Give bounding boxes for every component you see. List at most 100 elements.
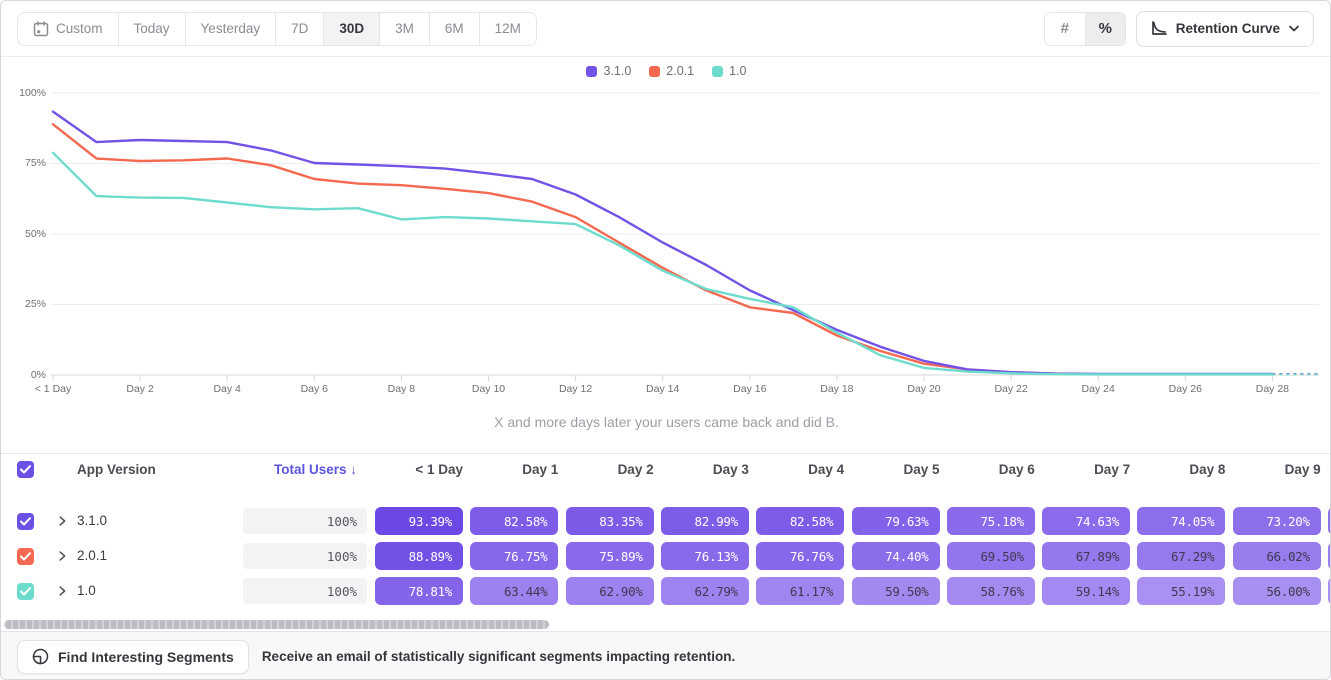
y-tick-label: 0% [1,369,46,381]
expand-chevron-icon[interactable] [55,514,69,528]
retention-cell-day-7[interactable]: 74.63% [1042,507,1130,535]
percent-format-button[interactable]: % [1085,13,1125,45]
table-row-2-0-1: 2.0.1 100% 88.89%76.75% 75.89%76.13%76.76% 7… [1,539,1331,574]
retention-cell-day-5[interactable]: 74.40% [852,542,940,570]
retention-cell-day-6[interactable]: 75.18% [947,507,1035,535]
retention-cell-day-9[interactable]: 56.00% [1233,577,1321,605]
expand-chevron-icon[interactable] [55,584,69,598]
x-tick-label: Day 8 [388,383,415,395]
app-version-label: 2.0.1 [77,548,107,563]
chart-type-label: Retention Curve [1176,21,1280,36]
sort-descending-icon: ↓ [350,462,357,477]
retention-cell-day-1[interactable]: 82.58% [470,507,558,535]
date-range-label: 12M [495,21,521,36]
date-range-label: Today [134,21,170,36]
retention-cell-day-6[interactable]: 69.50% [947,542,1035,570]
total-users-value: 100% [243,543,367,569]
x-tick-label: Day 12 [559,383,592,395]
x-tick-label: Day 18 [820,383,853,395]
retention-cell-day-7[interactable]: 67.89% [1042,542,1130,570]
x-tick-label: Day 10 [472,383,505,395]
date-range-12m[interactable]: 12M [479,13,536,45]
expand-chevron-icon[interactable] [55,549,69,563]
retention-cell-day-3[interactable]: 76.13% [661,542,749,570]
column-header-app-version: App Version [77,462,156,477]
column-header-day-8: Day 8 [1137,462,1225,477]
table-row-3-1-0: 3.1.0100%93.39%82.58%83.35%82.99%82.58%7… [1,504,1331,539]
date-range-label: 6M [445,21,464,36]
retention-cell-day-6[interactable]: 58.76% [947,577,1035,605]
x-tick-label: < 1 Day [35,383,71,395]
retention-cell-day-8[interactable]: 74.05% [1137,507,1225,535]
date-range-custom[interactable]: Custom [18,13,118,45]
x-tick-label: Day 20 [907,383,940,395]
column-header-day-1: Day 1 [470,462,558,477]
date-range-today[interactable]: Today [118,13,185,45]
retention-cell-day-0[interactable]: 93.39% [375,507,463,535]
chart-type-dropdown[interactable]: Retention Curve [1136,11,1314,47]
retention-cell-day-4[interactable]: 76.76% [756,542,844,570]
date-range-label: Yesterday [201,21,261,36]
toolbar-right: #% Retention Curve [1044,11,1314,47]
y-tick-label: 100% [1,87,46,99]
select-all-checkbox[interactable] [17,461,34,478]
retention-cell-day-0[interactable]: 88.89% [375,542,463,570]
column-header-day-6: Day 6 [947,462,1035,477]
row-checkbox-3-1-0[interactable] [17,513,34,530]
retention-cell-day-2[interactable]: 62.90% [566,577,654,605]
retention-cell-day-1[interactable]: 63.44% [470,577,558,605]
retention-cell-day-2[interactable]: 75.89% [566,542,654,570]
date-range-label: Custom [56,21,103,36]
retention-chart: 3.1.02.0.11.0 0%25%50%75%100% < 1 DayDay… [1,57,1331,453]
x-tick-label: Day 24 [1082,383,1115,395]
date-range-3m[interactable]: 3M [379,13,429,45]
footer-bar: Find Interesting Segments Receive an ema… [1,631,1331,680]
row-checkbox-1-0[interactable] [17,583,34,600]
chevron-down-icon [1289,25,1299,32]
y-tick-label: 50% [1,228,46,240]
retention-cell-day-9[interactable]: 73.20% [1233,507,1321,535]
absolute-format-button[interactable]: # [1045,13,1085,45]
retention-cell-day-5[interactable]: 79.63% [852,507,940,535]
segments-icon [32,648,49,665]
retention-cell-day-5[interactable]: 59.50% [852,577,940,605]
date-range-6m[interactable]: 6M [429,13,479,45]
column-header-day-9: Day 9 [1233,462,1321,477]
x-tick-label: Day 4 [213,383,240,395]
x-tick-label: Day 16 [733,383,766,395]
retention-cell-day-0[interactable]: 78.81% [375,577,463,605]
segments-button-label: Find Interesting Segments [58,649,234,665]
retention-cell-day-7[interactable]: 59.14% [1042,577,1130,605]
app-version-label: 3.1.0 [77,513,107,528]
retention-cell-day-9[interactable]: 66.02% [1233,542,1321,570]
retention-cell-day-8[interactable]: 55.19% [1137,577,1225,605]
horizontal-scrollbar-thumb[interactable] [4,620,549,629]
column-header-day-2: Day 2 [566,462,654,477]
retention-cell-day-1[interactable]: 76.75% [470,542,558,570]
x-tick-label: Day 22 [994,383,1027,395]
x-tick-label: Day 28 [1256,383,1289,395]
retention-cell-day-2[interactable]: 83.35% [566,507,654,535]
find-interesting-segments-button[interactable]: Find Interesting Segments [17,640,249,674]
x-axis-description: X and more days later your users came ba… [1,414,1331,430]
date-range-7d[interactable]: 7D [275,13,323,45]
retention-cell-day-4[interactable]: 61.17% [756,577,844,605]
retention-cell-day-8[interactable]: 67.29% [1137,542,1225,570]
date-range-selector: Custom Today Yesterday 7D30D 3M 6M 12M [17,12,537,46]
table-row-1-0: 1.0100%78.81%63.44%62.90%62.79%61.17%59.… [1,574,1331,609]
retention-cell-day-3[interactable]: 82.99% [661,507,749,535]
date-range-yesterday[interactable]: Yesterday [185,13,276,45]
retention-curve-icon [1151,21,1167,36]
toolbar: Custom Today Yesterday 7D30D 3M 6M 12M #% Rete… [1,1,1330,57]
calendar-icon [33,21,49,37]
row-checkbox-2-0-1[interactable] [17,548,34,565]
date-range-label: 3M [395,21,414,36]
column-header-total-users[interactable]: Total Users ↓ [243,462,357,477]
x-tick-label: Day 6 [301,383,328,395]
date-range-30d[interactable]: 30D [323,13,379,45]
retention-cell-day-3[interactable]: 62.79% [661,577,749,605]
x-tick-label: Day 14 [646,383,679,395]
value-format-toggle: #% [1044,12,1126,46]
retention-cell-day-4[interactable]: 82.58% [756,507,844,535]
total-users-value: 100% [243,508,367,534]
